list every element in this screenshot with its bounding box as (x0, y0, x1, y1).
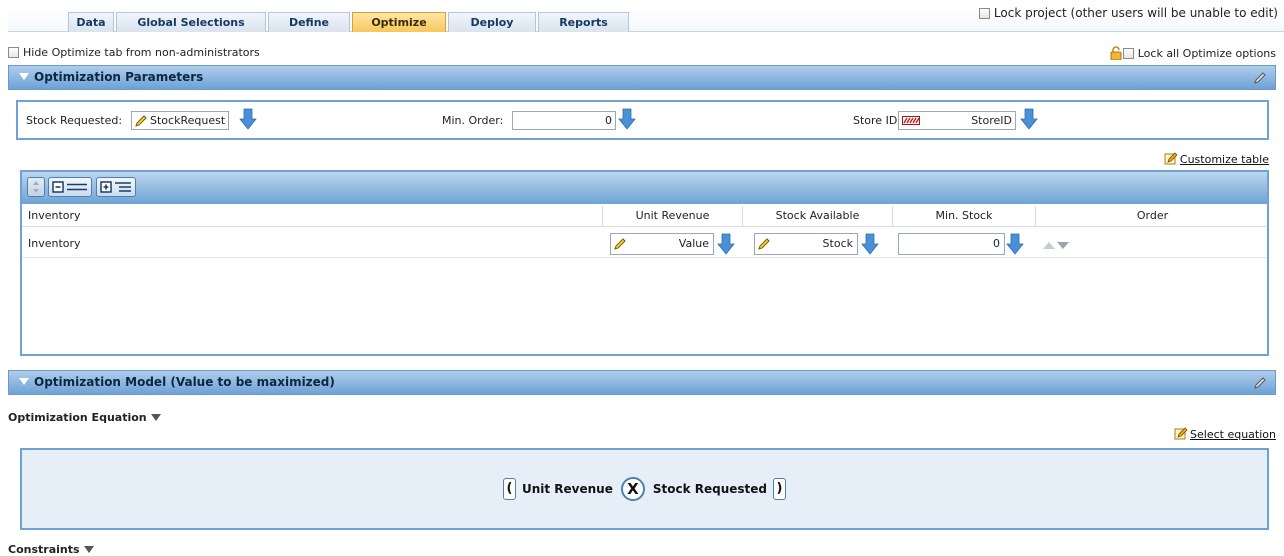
store-id-value: StoreID (971, 114, 1012, 127)
column-header-stock-available[interactable]: Stock Available (743, 206, 893, 227)
table-toolbar (22, 172, 1267, 204)
equation-term-stock-requested[interactable]: Stock Requested (653, 482, 767, 496)
column-header-order[interactable]: Order (1036, 206, 1269, 227)
equation-box: ( Unit Revenue X Stock Requested ) (20, 448, 1269, 530)
column-header-min-stock[interactable]: Min. Stock (893, 206, 1036, 227)
up-down-arrows-icon (33, 181, 39, 193)
edit-pencil-icon[interactable] (1253, 71, 1267, 85)
open-paren-button[interactable]: ( (502, 478, 516, 500)
column-header-unit-revenue[interactable]: Unit Revenue (603, 206, 743, 227)
close-paren-button[interactable]: ) (773, 478, 787, 500)
field-drop-arrow-icon[interactable] (717, 233, 735, 255)
field-drop-arrow-icon[interactable] (1020, 108, 1038, 130)
row-inventory-name: Inventory (28, 237, 81, 250)
expand-rows-button[interactable] (96, 177, 136, 197)
min-stock-value: 0 (993, 237, 1000, 250)
hide-optimize-tab-option[interactable]: Hide Optimize tab from non-administrator… (8, 46, 260, 59)
select-equation-label: Select equation (1190, 428, 1276, 441)
optimization-equation-label: Optimization Equation (8, 411, 147, 424)
order-up-down-icon[interactable] (1042, 240, 1074, 250)
lock-project-checkbox[interactable] (978, 8, 990, 19)
lock-all-checkbox[interactable] (1122, 48, 1134, 59)
tab-optimize[interactable]: Optimize (352, 12, 446, 32)
collapse-triangle-icon[interactable] (19, 73, 29, 80)
unit-revenue-field[interactable]: Value (610, 233, 714, 255)
inventory-table: Inventory Unit Revenue Stock Available M… (20, 170, 1269, 356)
store-id-field[interactable]: StoreID (898, 111, 1016, 130)
notepad-icon (1174, 427, 1188, 440)
column-header-inventory[interactable]: Inventory (22, 206, 603, 227)
string-field-icon (902, 116, 920, 125)
ruler-pencil-icon (758, 238, 770, 250)
unit-revenue-value: Value (678, 237, 709, 250)
tab-deploy[interactable]: Deploy (448, 12, 536, 32)
customize-table-link[interactable]: Customize table (1164, 152, 1269, 166)
tab-reports[interactable]: Reports (538, 12, 629, 32)
lock-project-option[interactable]: Lock project (other users will be unable… (978, 6, 1278, 20)
select-equation-link[interactable]: Select equation (1174, 427, 1276, 441)
hide-tab-label: Hide Optimize tab from non-administrator… (23, 46, 260, 59)
stock-requested-value: StockRequest (150, 114, 226, 127)
table-header: Inventory Unit Revenue Stock Available M… (22, 206, 1267, 227)
tab-global-selections[interactable]: Global Selections (116, 12, 266, 32)
lock-all-options[interactable]: Lock all Optimize options (1110, 46, 1276, 63)
equation-term-unit-revenue[interactable]: Unit Revenue (522, 482, 613, 496)
optimization-parameters-header[interactable]: Optimization Parameters (8, 65, 1276, 90)
min-order-field[interactable]: 0 (512, 111, 616, 130)
stock-requested-field[interactable]: StockRequest (131, 111, 229, 130)
collapse-all-icon (52, 181, 87, 193)
field-drop-arrow-icon[interactable] (239, 108, 257, 130)
constraints-toggle[interactable]: Constraints (8, 543, 94, 556)
tab-data[interactable]: Data (68, 12, 114, 32)
notepad-icon (1164, 152, 1178, 165)
move-row-button[interactable] (27, 177, 45, 197)
dropdown-triangle-icon (83, 546, 94, 553)
ruler-pencil-icon (135, 115, 147, 127)
customize-table-label: Customize table (1179, 153, 1269, 166)
equation-content: ( Unit Revenue X Stock Requested ) (22, 450, 1267, 528)
table-row[interactable]: Inventory Value Stock 0 (22, 228, 1267, 258)
collapse-rows-button[interactable] (48, 177, 92, 197)
field-drop-arrow-icon[interactable] (861, 233, 879, 255)
field-drop-arrow-icon[interactable] (1006, 233, 1024, 255)
optimization-equation-toggle[interactable]: Optimization Equation (8, 411, 161, 424)
lock-project-label: Lock project (other users will be unable… (993, 6, 1278, 20)
section-title-parameters: Optimization Parameters (34, 70, 204, 84)
stock-requested-label: Stock Requested: (26, 114, 123, 127)
dropdown-triangle-icon (150, 414, 161, 421)
section-title-model: Optimization Model (Value to be maximize… (34, 375, 335, 389)
lock-all-label: Lock all Optimize options (1137, 47, 1276, 60)
stock-available-field[interactable]: Stock (754, 233, 858, 255)
store-id-label: Store ID: (853, 114, 901, 127)
min-stock-field[interactable]: 0 (898, 233, 1005, 255)
ruler-pencil-icon (614, 238, 626, 250)
stock-available-value: Stock (822, 237, 853, 250)
padlock-icon (1110, 46, 1122, 63)
collapse-triangle-icon[interactable] (19, 378, 29, 385)
multiply-operator-icon[interactable]: X (620, 477, 645, 501)
min-order-value: 0 (605, 114, 612, 127)
expand-all-icon (100, 181, 131, 193)
tab-define[interactable]: Define (268, 12, 350, 32)
field-drop-arrow-icon[interactable] (618, 108, 636, 130)
optimization-model-header[interactable]: Optimization Model (Value to be maximize… (8, 370, 1276, 395)
parameters-box: Stock Requested: StockRequest Min. Order… (16, 100, 1269, 140)
edit-pencil-icon[interactable] (1253, 376, 1267, 390)
hide-tab-checkbox[interactable] (8, 47, 19, 58)
constraints-label: Constraints (8, 543, 80, 556)
min-order-label: Min. Order: (442, 114, 504, 127)
